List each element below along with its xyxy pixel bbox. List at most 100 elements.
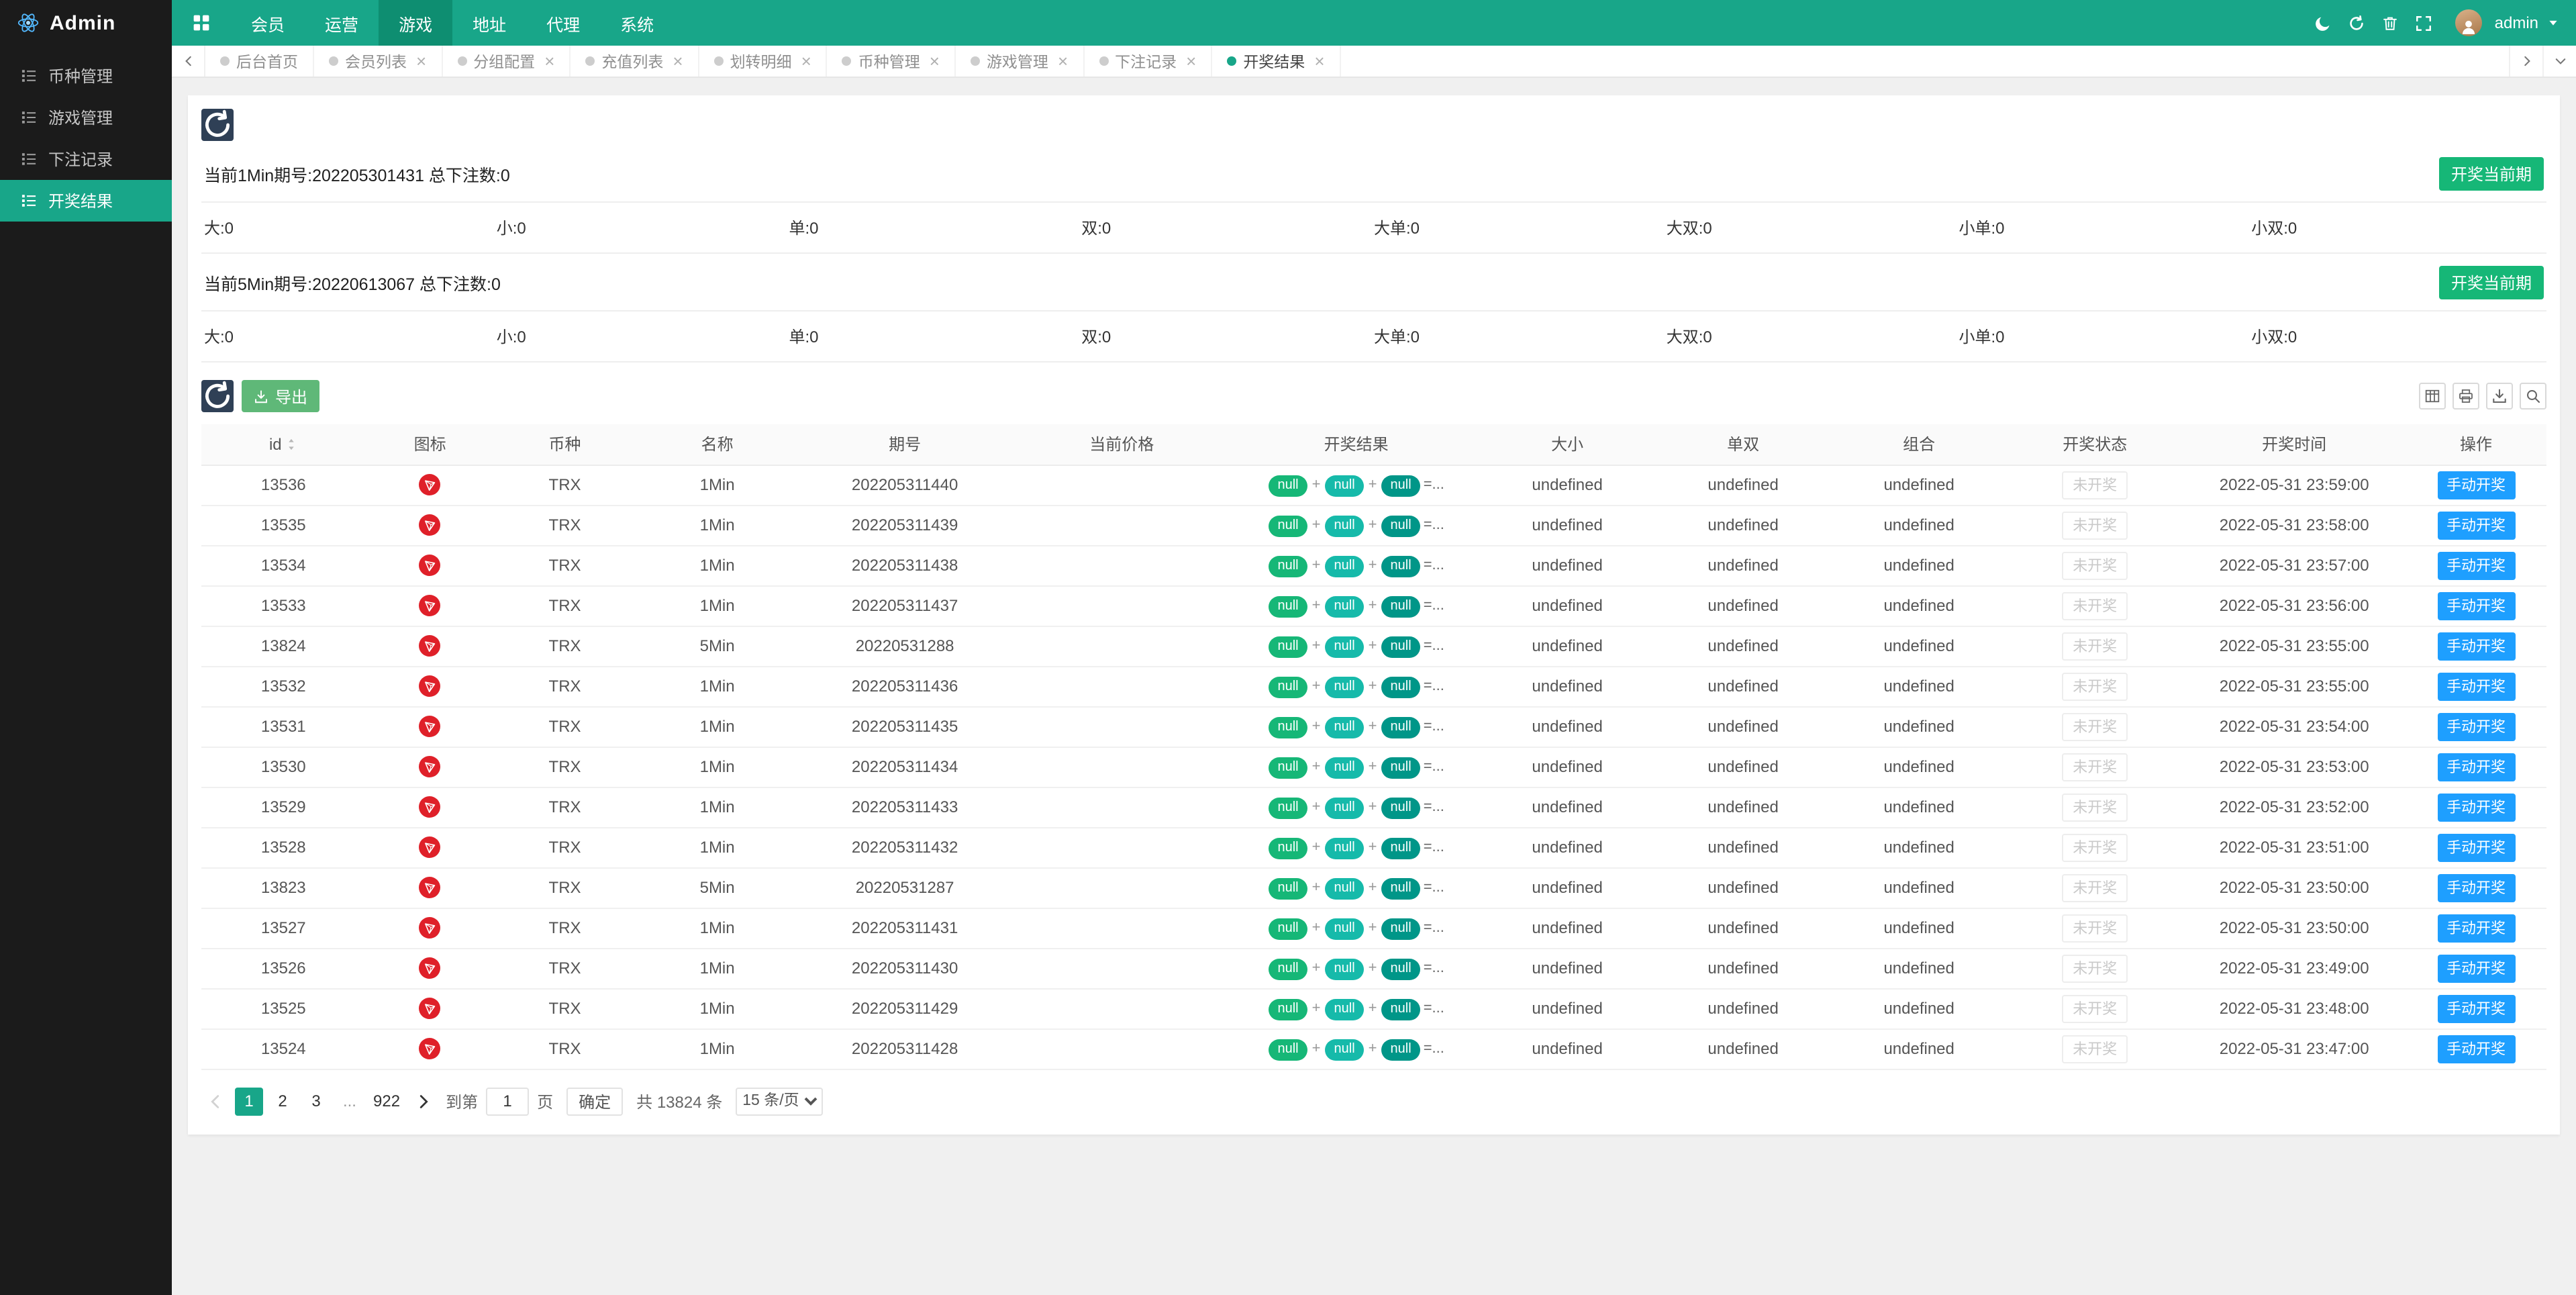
sidebar-item[interactable]: 下注记录 [0, 138, 172, 180]
tab-label: 开奖结果 [1243, 54, 1305, 70]
sidebar-item[interactable]: 币种管理 [0, 55, 172, 97]
plus-sign: + [1368, 1000, 1377, 1016]
sidebar-item[interactable]: 游戏管理 [0, 97, 172, 138]
tab-5[interactable]: 币种管理 × [827, 46, 956, 77]
brand-logo[interactable]: Admin [0, 0, 172, 46]
manual-draw-button[interactable]: 手动开奖 [2437, 994, 2516, 1022]
cell-price [1010, 626, 1234, 667]
search-button[interactable] [2520, 383, 2546, 410]
tab-8[interactable]: 开奖结果 × [1212, 46, 1341, 77]
sidebar-item[interactable]: 开奖结果 [0, 180, 172, 222]
plus-sign: + [1311, 1040, 1321, 1056]
cell-period: 20220531288 [799, 626, 1011, 667]
refresh-table-button[interactable] [201, 380, 234, 412]
cell-id: 13535 [201, 505, 366, 546]
nav-item-agent[interactable]: 代理 [526, 0, 600, 46]
clear-cache-button[interactable] [2374, 0, 2408, 46]
nav-item-address[interactable]: 地址 [452, 0, 526, 46]
tab-3[interactable]: 充值列表 × [571, 46, 699, 77]
cell-status: 未开奖 [2007, 827, 2183, 868]
manual-draw-button[interactable]: 手动开奖 [2437, 591, 2516, 620]
manual-draw-button[interactable]: 手动开奖 [2437, 873, 2516, 902]
result-pill: null [1324, 636, 1365, 657]
tab-7[interactable]: 下注记录 × [1084, 46, 1213, 77]
nav-item-home[interactable] [172, 0, 231, 46]
nav-item-operation[interactable]: 运营 [305, 0, 379, 46]
tabs-menu-button[interactable] [2542, 46, 2576, 77]
moon-icon [2315, 14, 2332, 32]
manual-draw-button[interactable]: 手动开奖 [2437, 551, 2516, 579]
cell-id: 13525 [201, 988, 366, 1029]
tab-6[interactable]: 游戏管理 × [955, 46, 1085, 77]
user-name[interactable]: admin [2495, 13, 2538, 32]
refresh-button[interactable] [2340, 0, 2374, 46]
nav-item-game[interactable]: 游戏 [379, 0, 453, 46]
manual-draw-button[interactable]: 手动开奖 [2437, 954, 2516, 982]
export-file-button[interactable] [2486, 383, 2513, 410]
page-button-3[interactable]: 3 [302, 1087, 330, 1115]
tabs-scroll-left-button[interactable] [172, 46, 205, 77]
columns-filter-button[interactable] [2419, 383, 2446, 410]
manual-draw-button[interactable]: 手动开奖 [2437, 914, 2516, 942]
refresh-panel-button[interactable] [201, 109, 234, 141]
next-page-button[interactable] [409, 1087, 438, 1115]
manual-draw-button[interactable]: 手动开奖 [2437, 1035, 2516, 1063]
tab-0[interactable]: 后台首页 [205, 46, 314, 77]
plus-sign: + [1368, 879, 1377, 895]
manual-draw-button[interactable]: 手动开奖 [2437, 793, 2516, 821]
theme-button[interactable] [2307, 0, 2340, 46]
manual-draw-button[interactable]: 手动开奖 [2437, 511, 2516, 539]
result-pill: null [1381, 595, 1421, 617]
fullscreen-button[interactable] [2408, 0, 2441, 46]
tabs-scroll-right-button[interactable] [2509, 46, 2542, 77]
page-size-select[interactable]: 15 条/页 [736, 1087, 824, 1115]
manual-draw-button[interactable]: 手动开奖 [2437, 632, 2516, 660]
status-button: 未开奖 [2062, 511, 2128, 539]
page-button-2[interactable]: 2 [268, 1087, 297, 1115]
cell-combo: undefined [1831, 1028, 2008, 1069]
close-icon[interactable]: × [1058, 52, 1068, 70]
column-header: 图标 [365, 424, 495, 465]
list-icon [20, 67, 38, 85]
manual-draw-button[interactable]: 手动开奖 [2437, 712, 2516, 740]
close-icon[interactable]: × [416, 52, 426, 70]
close-icon[interactable]: × [1186, 52, 1196, 70]
export-button[interactable]: 导出 [242, 380, 320, 412]
nav-item-system[interactable]: 系统 [600, 0, 674, 46]
cell-combo: undefined [1831, 585, 2008, 626]
cell-size: undefined [1479, 747, 1656, 787]
prev-page-button[interactable] [201, 1087, 230, 1115]
close-icon[interactable]: × [801, 52, 811, 70]
skip-page-input[interactable] [486, 1087, 530, 1115]
pagination: 123...922 到第 页 确定 共 13824 条 15 条/页 [201, 1087, 2546, 1115]
close-icon[interactable]: × [930, 52, 940, 70]
nav-item-member[interactable]: 会员 [231, 0, 305, 46]
plus-sign: + [1368, 758, 1377, 774]
cell-id: 13526 [201, 948, 366, 989]
manual-draw-button[interactable]: 手动开奖 [2437, 833, 2516, 861]
tab-2[interactable]: 分组配置 × [442, 46, 571, 77]
draw-current-period-button[interactable]: 开奖当前期 [2438, 157, 2544, 191]
close-icon[interactable]: × [1314, 52, 1324, 70]
manual-draw-button[interactable]: 手动开奖 [2437, 672, 2516, 700]
plus-sign: + [1311, 557, 1321, 573]
tron-icon [419, 1038, 441, 1059]
print-button[interactable] [2453, 383, 2479, 410]
sidebar-item-label: 币种管理 [48, 67, 113, 86]
close-icon[interactable]: × [673, 52, 683, 70]
cell-name: 1Min [635, 505, 799, 546]
sort-icon[interactable] [285, 438, 298, 451]
tab-1[interactable]: 会员列表 × [314, 46, 443, 77]
cell-action: 手动开奖 [2406, 827, 2546, 868]
page-button-922[interactable]: 922 [369, 1087, 405, 1115]
avatar[interactable] [2455, 9, 2483, 36]
page-button-1[interactable]: 1 [235, 1087, 263, 1115]
confirm-button[interactable]: 确定 [566, 1087, 624, 1115]
manual-draw-button[interactable]: 手动开奖 [2437, 753, 2516, 781]
close-icon[interactable]: × [544, 52, 554, 70]
tab-4[interactable]: 划转明细 × [699, 46, 828, 77]
column-header: 组合 [1831, 424, 2008, 465]
result-pill: null [1268, 998, 1308, 1020]
manual-draw-button[interactable]: 手动开奖 [2437, 471, 2516, 499]
draw-current-period-button[interactable]: 开奖当前期 [2438, 266, 2544, 299]
